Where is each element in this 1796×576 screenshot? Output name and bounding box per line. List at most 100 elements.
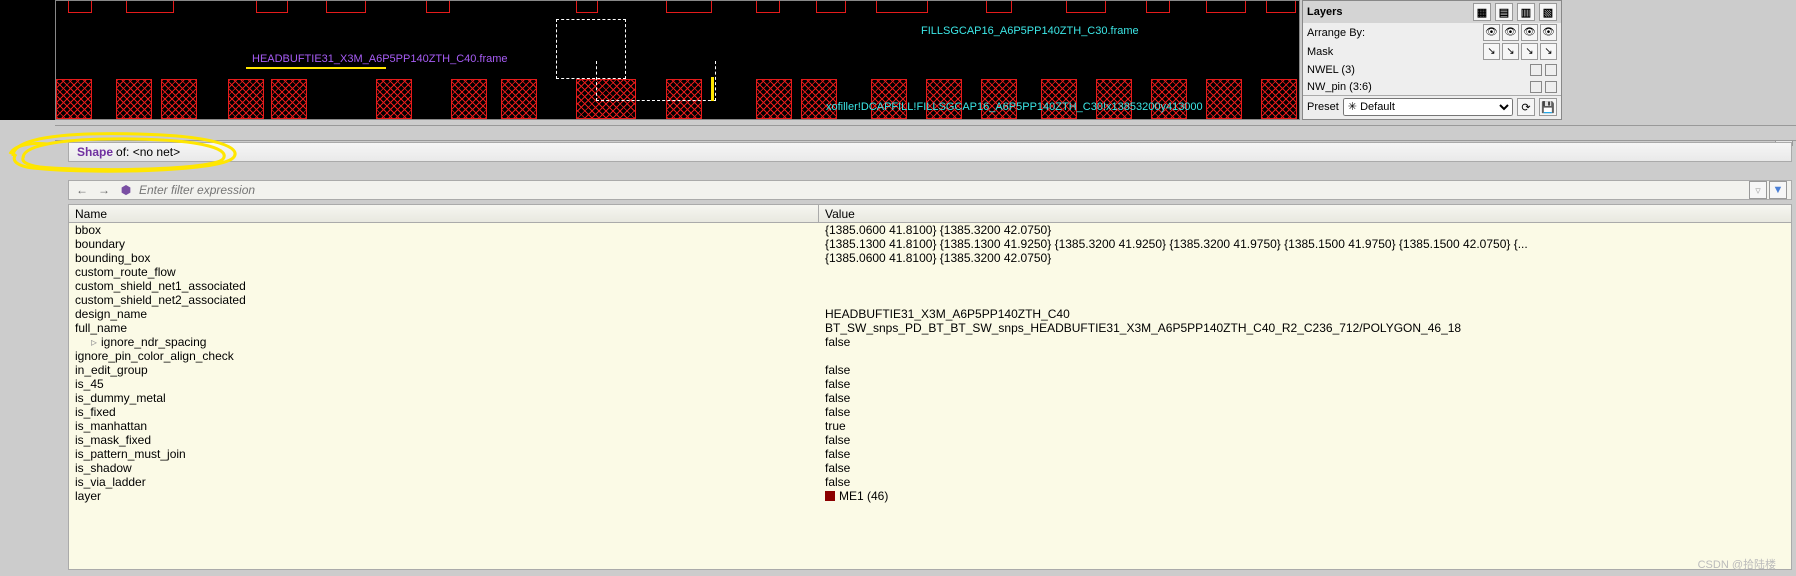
property-row[interactable]: layer ME1 (46)	[69, 489, 1791, 503]
property-row[interactable]: ignore_pin_color_align_check	[69, 349, 1791, 363]
property-row[interactable]: custom_shield_net1_associated	[69, 279, 1791, 293]
layer-row[interactable]: NW_pin (3:6)	[1303, 78, 1561, 95]
property-table: Name Value bbox {1385.0600 41.8100} {138…	[68, 204, 1792, 570]
property-name: ▹ignore_ndr_spacing	[69, 335, 819, 349]
layer-checkbox[interactable]	[1530, 81, 1542, 93]
property-name: is_fixed	[69, 405, 819, 419]
property-value: false	[819, 363, 1791, 377]
canvas-label-cyan-bottom: xofiller!DCAPFILL!FILLSGCAP16_A6P5PP140Z…	[826, 101, 1203, 113]
preset-label: Preset	[1307, 101, 1339, 113]
mask-label: Mask	[1307, 46, 1333, 58]
column-header-name[interactable]: Name	[69, 205, 819, 222]
property-value	[819, 293, 1791, 307]
property-row[interactable]: bounding_box {1385.0600 41.8100} {1385.3…	[69, 251, 1791, 265]
visibility-toggle-icon[interactable]: 👁	[1521, 24, 1538, 41]
property-row[interactable]: is_manhattan true	[69, 419, 1791, 433]
layers-tool-icon[interactable]: ▤	[1495, 3, 1513, 21]
property-name: is_dummy_metal	[69, 391, 819, 405]
arrow-icon[interactable]: ↘	[1483, 43, 1500, 60]
property-name: is_mask_fixed	[69, 433, 819, 447]
shape-header-prefix: Shape	[77, 145, 113, 159]
property-name: is_shadow	[69, 461, 819, 475]
refresh-icon[interactable]: ⟳	[1517, 98, 1535, 116]
layer-name: NWEL (3)	[1307, 64, 1527, 76]
filter-clear-icon[interactable]: ▿	[1749, 181, 1767, 199]
arrange-by-label: Arrange By:	[1307, 27, 1365, 39]
property-name: custom_shield_net1_associated	[69, 279, 819, 293]
layer-checkbox[interactable]	[1545, 81, 1557, 93]
visibility-toggle-icon[interactable]: 👁	[1502, 24, 1519, 41]
property-value: {1385.0600 41.8100} {1385.3200 42.0750}	[819, 223, 1791, 237]
property-value: false	[819, 405, 1791, 419]
property-value: ME1 (46)	[819, 489, 1791, 503]
property-value: false	[819, 475, 1791, 489]
property-name: boundary	[69, 237, 819, 251]
arrow-icon[interactable]: ↘	[1540, 43, 1557, 60]
property-value: false	[819, 461, 1791, 475]
filter-input[interactable]	[139, 182, 1745, 198]
shape-header: Shape of: <no net>	[68, 142, 1792, 162]
property-name: is_pattern_must_join	[69, 447, 819, 461]
arrow-icon[interactable]: ↘	[1502, 43, 1519, 60]
nav-back-button[interactable]: ←	[73, 182, 91, 198]
layers-tool-icon[interactable]: ▦	[1473, 3, 1491, 21]
property-value	[819, 349, 1791, 363]
visibility-toggle-icon[interactable]: 👁	[1483, 24, 1500, 41]
property-row[interactable]: custom_route_flow	[69, 265, 1791, 279]
property-row[interactable]: custom_shield_net2_associated	[69, 293, 1791, 307]
layer-name: NW_pin (3:6)	[1307, 81, 1527, 93]
property-row[interactable]: is_45 false	[69, 377, 1791, 391]
property-name: design_name	[69, 307, 819, 321]
property-row[interactable]: is_fixed false	[69, 405, 1791, 419]
layers-panel: Layers ▦ ▤ ▥ ▧ Arrange By: 👁 👁 👁 👁 Mask …	[1302, 0, 1562, 120]
property-row[interactable]: full_name BT_SW_snps_PD_BT_BT_SW_snps_HE…	[69, 321, 1791, 335]
property-row[interactable]: is_via_ladder false	[69, 475, 1791, 489]
property-name: bounding_box	[69, 251, 819, 265]
layer-checkbox[interactable]	[1530, 64, 1542, 76]
layer-checkbox[interactable]	[1545, 64, 1557, 76]
preset-select[interactable]: ✳ Default	[1343, 98, 1513, 116]
save-preset-icon[interactable]: 💾	[1539, 98, 1557, 116]
property-name: bbox	[69, 223, 819, 237]
property-value: true	[819, 419, 1791, 433]
nav-home-button[interactable]: ⬢	[117, 182, 135, 198]
pane-divider[interactable]	[55, 125, 1796, 141]
layout-canvas[interactable]: HEADBUFTIE31_X3M_A6P5PP140ZTH_C40.frame …	[55, 0, 1300, 120]
arrow-icon[interactable]: ↘	[1521, 43, 1538, 60]
property-row[interactable]: is_dummy_metal false	[69, 391, 1791, 405]
shape-header-net: <no net>	[133, 145, 180, 159]
property-row[interactable]: is_shadow false	[69, 461, 1791, 475]
property-row[interactable]: is_pattern_must_join false	[69, 447, 1791, 461]
property-value	[819, 265, 1791, 279]
layer-swatch-icon	[825, 491, 835, 501]
property-name: is_via_ladder	[69, 475, 819, 489]
property-row[interactable]: boundary {1385.1300 41.8100} {1385.1300 …	[69, 237, 1791, 251]
property-row[interactable]: bbox {1385.0600 41.8100} {1385.3200 42.0…	[69, 223, 1791, 237]
column-header-value[interactable]: Value	[819, 205, 1791, 222]
property-row[interactable]: is_mask_fixed false	[69, 433, 1791, 447]
property-value: HEADBUFTIE31_X3M_A6P5PP140ZTH_C40	[819, 307, 1791, 321]
filter-apply-icon[interactable]: ▼	[1769, 181, 1787, 199]
watermark: CSDN @拾陆楼	[1698, 556, 1776, 572]
visibility-toggle-icon[interactable]: 👁	[1540, 24, 1557, 41]
nav-forward-button[interactable]: →	[95, 182, 113, 198]
property-name: is_manhattan	[69, 419, 819, 433]
property-value: false	[819, 447, 1791, 461]
property-row[interactable]: in_edit_group false	[69, 363, 1791, 377]
property-row[interactable]: design_name HEADBUFTIE31_X3M_A6P5PP140ZT…	[69, 307, 1791, 321]
property-name: in_edit_group	[69, 363, 819, 377]
property-name: custom_route_flow	[69, 265, 819, 279]
filter-toolbar: ← → ⬢ ▿ ▼	[68, 180, 1792, 200]
property-value: {1385.1300 41.8100} {1385.1300 41.9250} …	[819, 237, 1791, 251]
property-value	[819, 279, 1791, 293]
expand-arrow-icon[interactable]: ▹	[91, 335, 101, 349]
property-value: false	[819, 377, 1791, 391]
layer-row[interactable]: NWEL (3)	[1303, 61, 1561, 78]
layers-tool-icon[interactable]: ▧	[1539, 3, 1557, 21]
property-value: {1385.0600 41.8100} {1385.3200 42.0750}	[819, 251, 1791, 265]
layers-tool-icon[interactable]: ▥	[1517, 3, 1535, 21]
layers-title: Layers	[1307, 6, 1342, 18]
property-row[interactable]: ▹ignore_ndr_spacing false	[69, 335, 1791, 349]
property-name: custom_shield_net2_associated	[69, 293, 819, 307]
canvas-label-cyan-top: FILLSGCAP16_A6P5PP140ZTH_C30.frame	[921, 25, 1139, 37]
